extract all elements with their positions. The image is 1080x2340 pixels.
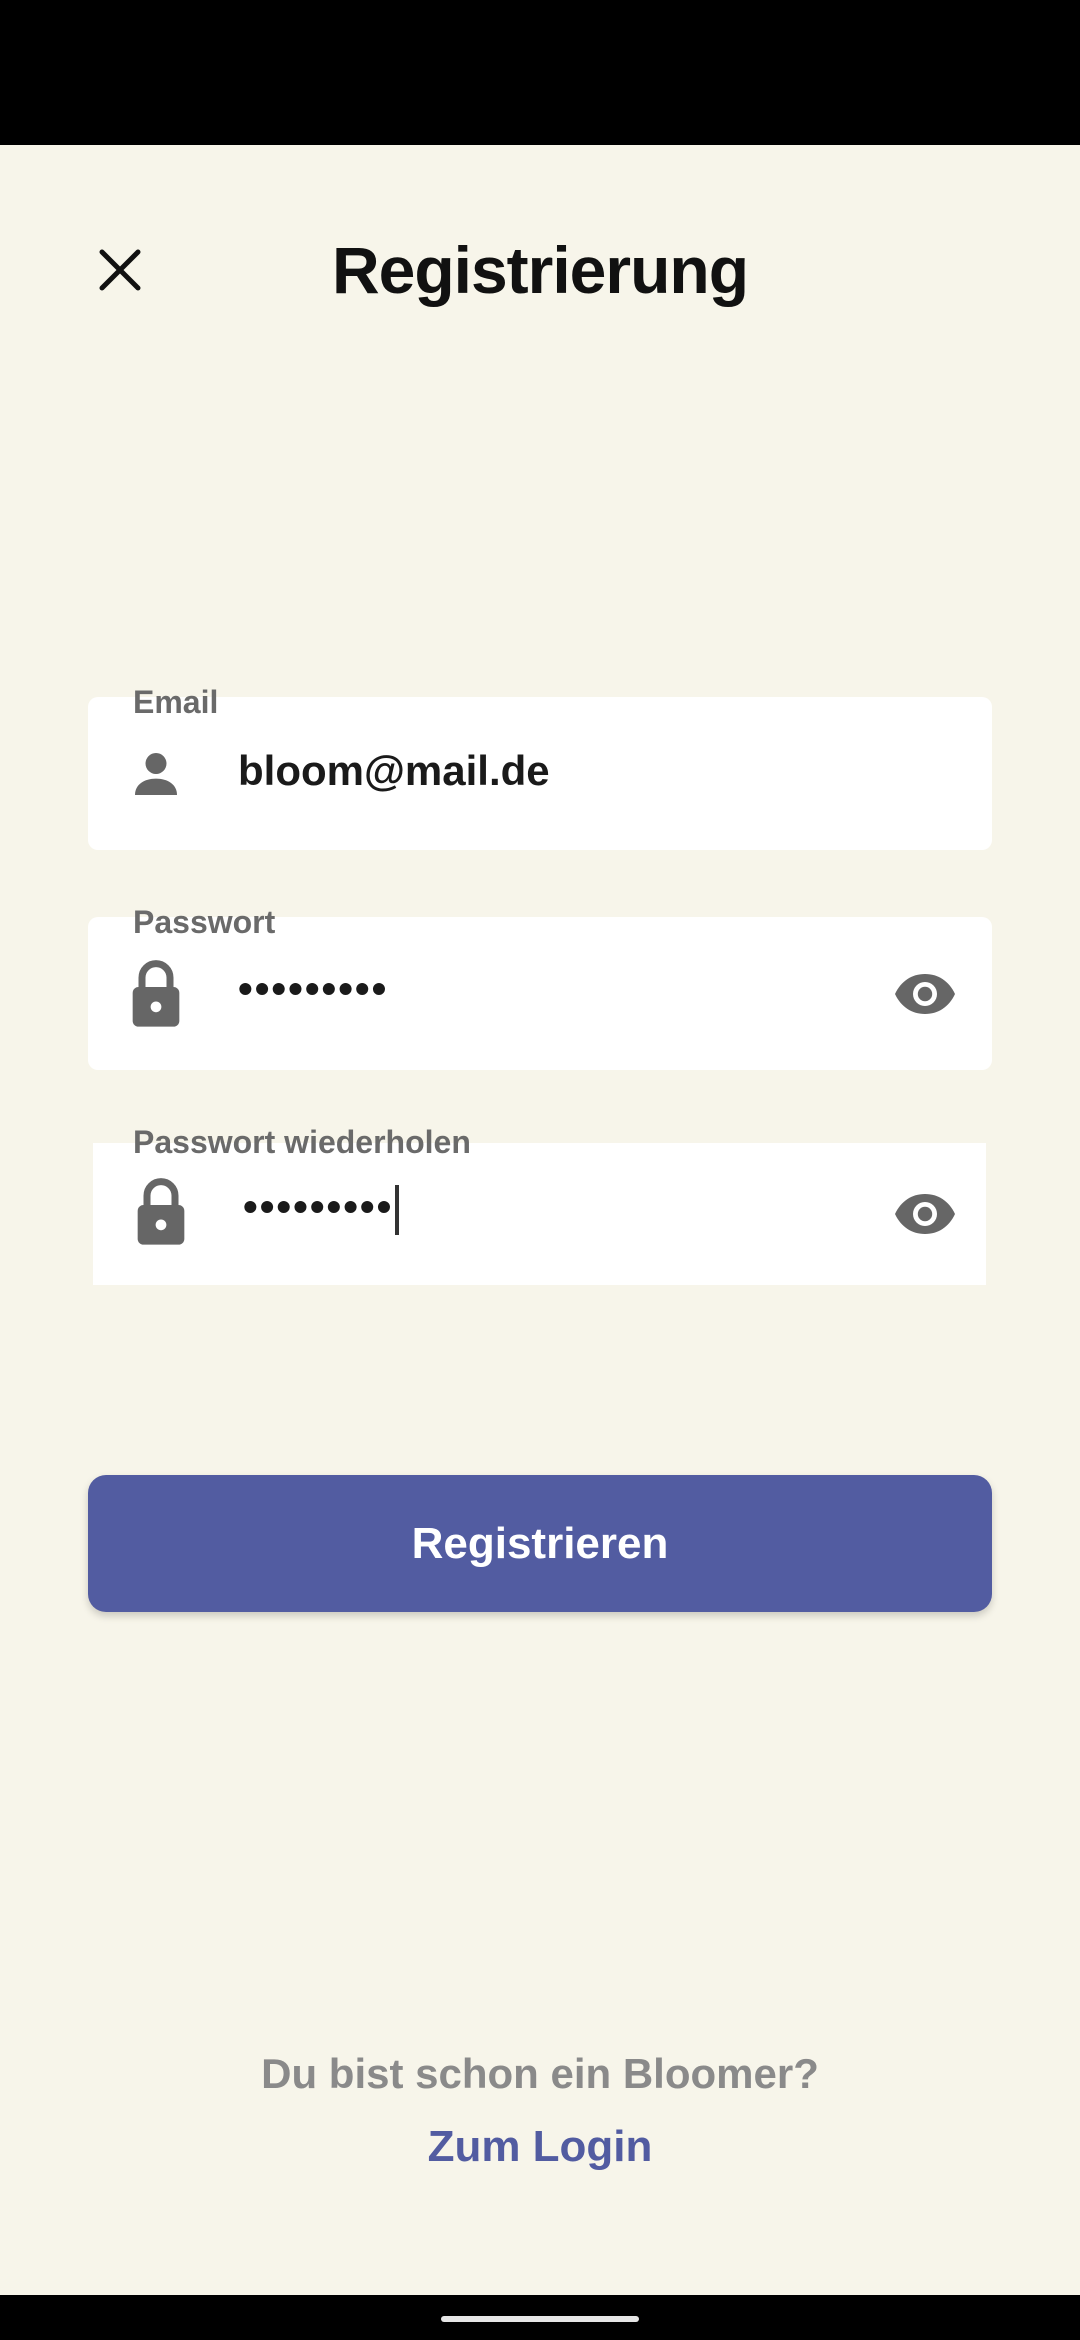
lock-icon — [131, 1177, 191, 1247]
eye-icon — [895, 1194, 955, 1234]
email-value: bloom@mail.de — [238, 747, 550, 794]
person-icon — [126, 739, 186, 809]
lock-icon — [126, 959, 186, 1029]
password-repeat-value-wrap: ••••••••• — [243, 1183, 400, 1235]
password-repeat-value: ••••••••• — [243, 1183, 394, 1230]
login-prompt-text: Du bist schon ein Bloomer? — [261, 2050, 819, 2097]
eye-icon — [895, 974, 955, 1014]
email-field[interactable]: bloom@mail.de — [88, 697, 992, 850]
password-value: ••••••••• — [238, 965, 389, 1012]
toggle-password-visibility[interactable] — [890, 959, 960, 1029]
password-repeat-field[interactable]: ••••••••• — [93, 1143, 986, 1285]
page-title: Registrierung — [331, 233, 749, 307]
home-indicator[interactable] — [441, 2316, 639, 2322]
login-link[interactable]: Zum Login — [0, 2122, 1080, 2172]
password-repeat-label: Passwort wiederholen — [133, 1124, 471, 1160]
email-label: Email — [133, 684, 219, 720]
register-button[interactable]: Registrieren — [88, 1475, 992, 1612]
status-bar — [0, 0, 1080, 145]
password-label: Passwort — [133, 904, 276, 940]
text-cursor — [395, 1184, 400, 1235]
toggle-password-repeat-visibility[interactable] — [890, 1179, 960, 1249]
